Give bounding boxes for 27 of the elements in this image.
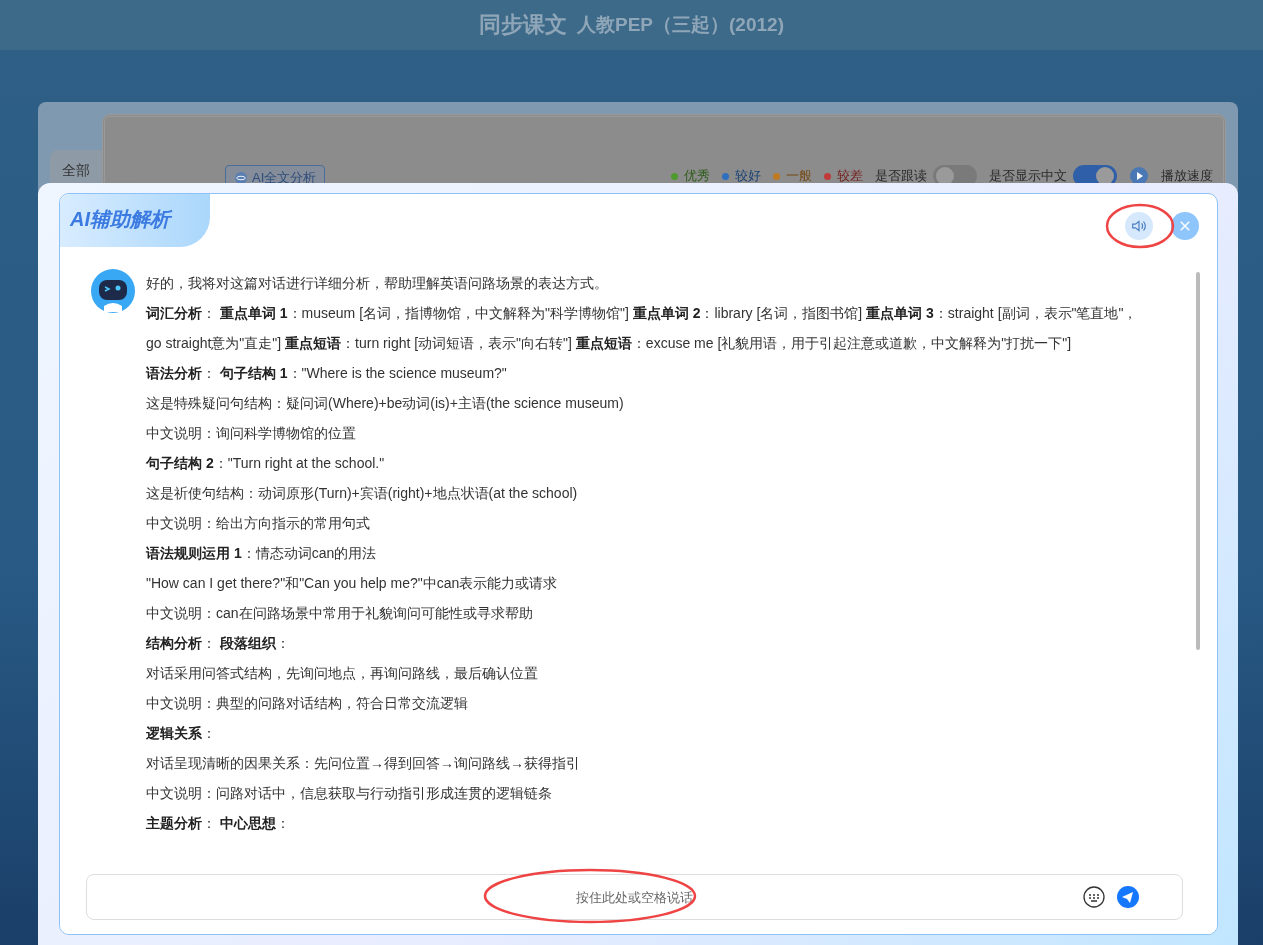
toggle-label: 是否显示中文 bbox=[989, 167, 1067, 185]
analysis-text: 中文说明：典型的问路对话结构，符合日常交流逻辑 bbox=[146, 694, 469, 713]
analysis-text: 这是祈使句结构：动词原形(Turn)+宾语(right)+地点状语(at the school) bbox=[146, 484, 579, 503]
analysis-text: 对话采用问答式结构，先询问地点，再询问路线，最后确认位置 bbox=[146, 664, 539, 683]
dialog-title: AI辅助解析 bbox=[60, 194, 210, 247]
analysis-text: 中文说明：can在问路场景中常用于礼貌询问可能性或寻求帮助 bbox=[146, 604, 534, 623]
analysis-text: 词汇分析： 重点单词 1：museum [名词，指博物馆，中文解释为"科学博物馆"] 重点单词 2：library [名词，指图书馆] 重点单词 3：straight [副词，表示"笔直地"，go straight意为"直走"] 重点短语：turn right [动词短语，表示"向右转"] 重点短语：excuse me [礼貌用语，用于引起注意或道歉，中文解释为"打扰一下"] bbox=[146, 304, 1139, 353]
legend-label: 优秀 bbox=[684, 167, 710, 185]
page-title: 同步课文 bbox=[479, 11, 567, 39]
legend-label: 一般 bbox=[786, 167, 812, 185]
analysis-text: 逻辑关系： bbox=[146, 724, 217, 743]
analysis-text: 这是特殊疑问句结构：疑问词(Where)+be动词(is)+主语(the science museum) bbox=[146, 394, 625, 413]
analysis-text: 语法规则运用 1：情态动词can的用法 bbox=[146, 544, 378, 563]
legend-label: 较差 bbox=[837, 167, 863, 185]
analysis-text: 主题分析： 中心思想： bbox=[146, 814, 291, 833]
toggle-label: 是否跟读 bbox=[875, 167, 927, 185]
analysis-text: 好的，我将对这篇对话进行详细分析，帮助理解英语问路场景的表达方式。 bbox=[146, 274, 609, 293]
analysis-text: 中文说明：询问科学博物馆的位置 bbox=[146, 424, 357, 443]
analysis-text: "How can I get there?"和"Can you help me?"中can表示能力或请求 bbox=[146, 574, 559, 593]
analysis-text: 语法分析： 句子结构 1："Where is the science museum?" bbox=[146, 364, 508, 383]
page-subtitle: 人教PEP（三起）(2012) bbox=[577, 13, 784, 37]
analysis-text: 句子结构 2："Turn right at the school." bbox=[146, 454, 386, 473]
analysis-text: 中文说明：问路对话中，信息获取与行动指引形成连贯的逻辑链条 bbox=[146, 784, 553, 803]
analysis-text: 结构分析： 段落组织： bbox=[146, 634, 291, 653]
analysis-text: 中文说明：给出方向指示的常用句式 bbox=[146, 514, 371, 533]
legend-label: 较好 bbox=[735, 167, 761, 185]
analysis-text: 对话呈现清晰的因果关系：先问位置→得到回答→询问路线→获得指引 bbox=[146, 754, 581, 773]
